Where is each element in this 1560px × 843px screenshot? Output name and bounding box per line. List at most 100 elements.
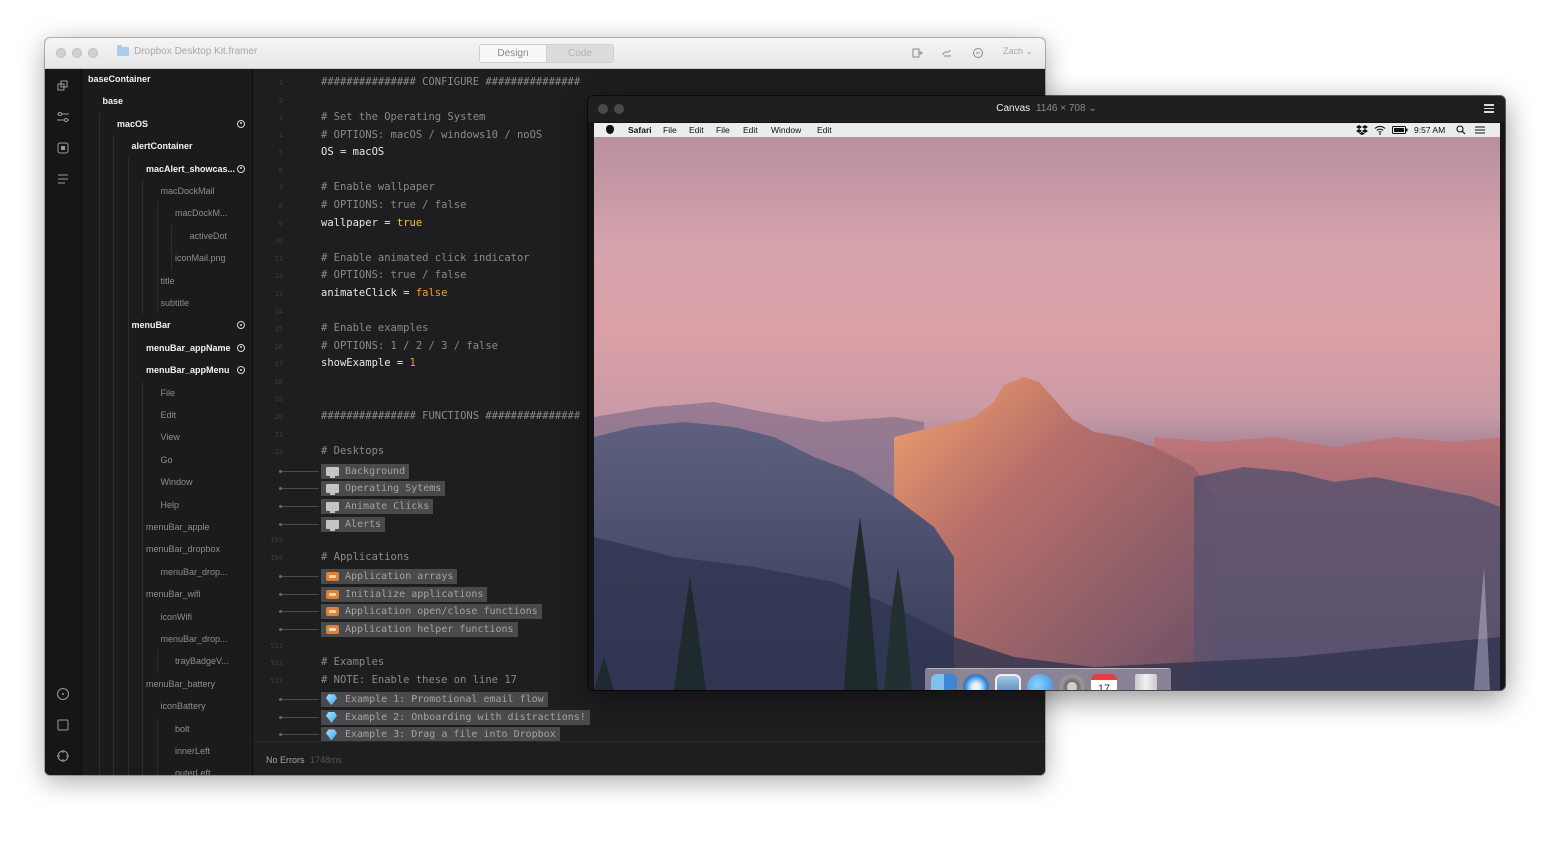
menubar-menu-item[interactable]: Edit [689, 125, 704, 135]
menubar-app-name[interactable]: Safari [628, 125, 652, 135]
layer-item[interactable]: menuBar_apple [146, 520, 210, 534]
visibility-eye-icon[interactable] [237, 343, 245, 352]
visibility-eye-icon[interactable] [237, 164, 245, 173]
system-preferences-icon[interactable] [1059, 674, 1085, 690]
layer-item[interactable]: activeDot [190, 229, 228, 243]
visibility-eye-icon[interactable] [237, 321, 245, 330]
device-icon[interactable] [56, 718, 70, 732]
properties-icon[interactable] [56, 110, 70, 124]
layer-item[interactable]: File [161, 386, 176, 400]
layer-item[interactable]: subtitle [161, 296, 190, 310]
collapsed-code-block[interactable]: Background [321, 463, 410, 479]
layer-item[interactable]: Window [161, 475, 193, 489]
visibility-eye-icon[interactable] [237, 366, 245, 375]
tree-guide-line [127, 157, 129, 775]
layer-item[interactable]: menuBar [132, 318, 171, 332]
collapsed-code-block[interactable]: Operating Sytems [321, 481, 446, 497]
design-code-toggle[interactable]: Design Code [479, 44, 614, 63]
layer-item[interactable]: Help [161, 498, 180, 512]
menubar-menu-item[interactable]: File [663, 125, 677, 135]
layer-item[interactable]: menuBar_battery [146, 677, 215, 691]
visibility-eye-icon[interactable] [237, 119, 245, 128]
layer-item[interactable]: menuBar_drop... [161, 565, 228, 579]
layer-item[interactable]: base [103, 94, 124, 108]
layer-item[interactable]: iconMail.png [175, 251, 226, 265]
layer-item[interactable]: trayBadgeV... [175, 654, 229, 668]
collapsed-code-block[interactable]: Application helper functions [321, 621, 518, 637]
layer-item[interactable]: iconBattery [161, 699, 206, 713]
import-icon[interactable] [911, 47, 923, 59]
layer-item[interactable]: menuBar_appName [146, 341, 231, 355]
preview-icon[interactable] [995, 674, 1021, 690]
share-icon[interactable] [941, 47, 953, 59]
layer-item[interactable]: menuBar_appMenu [146, 363, 230, 377]
info-icon[interactable] [56, 687, 70, 701]
layer-item[interactable]: Go [161, 453, 173, 467]
compile-time: 1748ms [310, 755, 343, 765]
zoom-window-button[interactable] [88, 48, 98, 58]
trash-icon[interactable] [1135, 674, 1157, 690]
spotlight-search-icon[interactable] [1456, 125, 1466, 135]
layer-item[interactable]: menuBar_wifi [146, 587, 201, 601]
collapsed-code-block[interactable]: Animate Clicks [321, 498, 434, 514]
layer-item[interactable]: menuBar_dropbox [146, 542, 220, 556]
line-number: 2 [278, 96, 283, 105]
messages-icon[interactable] [1027, 674, 1053, 690]
collapsed-code-block[interactable]: Initialize applications [321, 586, 488, 602]
gem-icon [326, 711, 337, 723]
minimize-window-button[interactable] [72, 48, 82, 58]
layer-item[interactable]: title [161, 274, 175, 288]
notification-center-icon[interactable] [1475, 126, 1485, 134]
dropbox-icon[interactable] [1356, 125, 1368, 135]
component-icon[interactable] [56, 141, 70, 155]
menubar-menu-item[interactable]: Edit [743, 125, 758, 135]
code-value: true [396, 216, 423, 229]
battery-icon[interactable] [1392, 126, 1408, 134]
collapsed-code-block[interactable]: Alerts [321, 516, 386, 532]
canvas-title[interactable]: Canvas 1146 × 708 ⌄ [588, 103, 1505, 114]
target-icon[interactable] [56, 749, 70, 763]
application-icon [326, 624, 339, 634]
calendar-icon[interactable]: 17 [1091, 674, 1117, 690]
code-comment: # OPTIONS: macOS / windows10 / noOS [321, 128, 543, 141]
comment-icon[interactable] [972, 47, 984, 59]
tab-design[interactable]: Design [480, 45, 547, 62]
menubar-menu-item[interactable]: Edit [817, 125, 832, 135]
close-window-button[interactable] [56, 48, 66, 58]
layer-item[interactable]: outerLeft [175, 766, 211, 775]
collapsed-code-block[interactable]: Application arrays [321, 569, 458, 585]
menubar-clock[interactable]: 9:57 AM [1414, 125, 1445, 135]
code-list-icon[interactable] [56, 172, 70, 186]
fold-guide [279, 592, 319, 596]
layer-item[interactable]: innerLeft [175, 744, 210, 758]
hamburger-menu-icon[interactable] [1484, 104, 1494, 113]
layer-item[interactable]: alertContainer [132, 139, 193, 153]
layer-item[interactable]: iconWifi [161, 610, 193, 624]
layer-item[interactable]: Edit [161, 408, 177, 422]
wallpaper: 17 [594, 137, 1500, 690]
layer-item[interactable]: baseContainer [88, 72, 151, 86]
device-screen[interactable]: Safari File Edit File Edit Window Edit 9… [594, 123, 1500, 690]
code-comment: # Enable wallpaper [321, 181, 435, 194]
wifi-icon[interactable] [1374, 125, 1386, 135]
menubar-menu-item[interactable]: File [716, 125, 730, 135]
layer-item[interactable]: View [161, 430, 180, 444]
menubar-menu-item[interactable]: Window [771, 125, 801, 135]
layer-item[interactable]: macDockMail [161, 184, 215, 198]
collapsed-code-block[interactable]: Example 2: Onboarding with distractions! [321, 709, 590, 725]
layer-item[interactable]: macDockM... [175, 206, 228, 220]
layer-item[interactable]: macOS [117, 117, 148, 131]
apple-icon[interactable] [606, 125, 614, 134]
safari-icon[interactable] [963, 674, 989, 690]
user-menu[interactable]: Zach ⌄ [1003, 46, 1033, 57]
code-comment: # Examples [321, 656, 385, 669]
layers-icon[interactable] [56, 79, 70, 93]
layer-item[interactable]: bolt [175, 722, 190, 736]
finder-icon[interactable] [931, 674, 957, 690]
tab-code[interactable]: Code [547, 45, 613, 62]
layer-item[interactable]: macAlert_showcas... [146, 162, 235, 176]
layer-item[interactable]: menuBar_drop... [161, 632, 228, 646]
collapsed-code-block[interactable]: Example 1: Promotional email flow [321, 692, 548, 708]
code-value: 1 [409, 357, 416, 370]
collapsed-code-block[interactable]: Application open/close functions [321, 604, 542, 620]
